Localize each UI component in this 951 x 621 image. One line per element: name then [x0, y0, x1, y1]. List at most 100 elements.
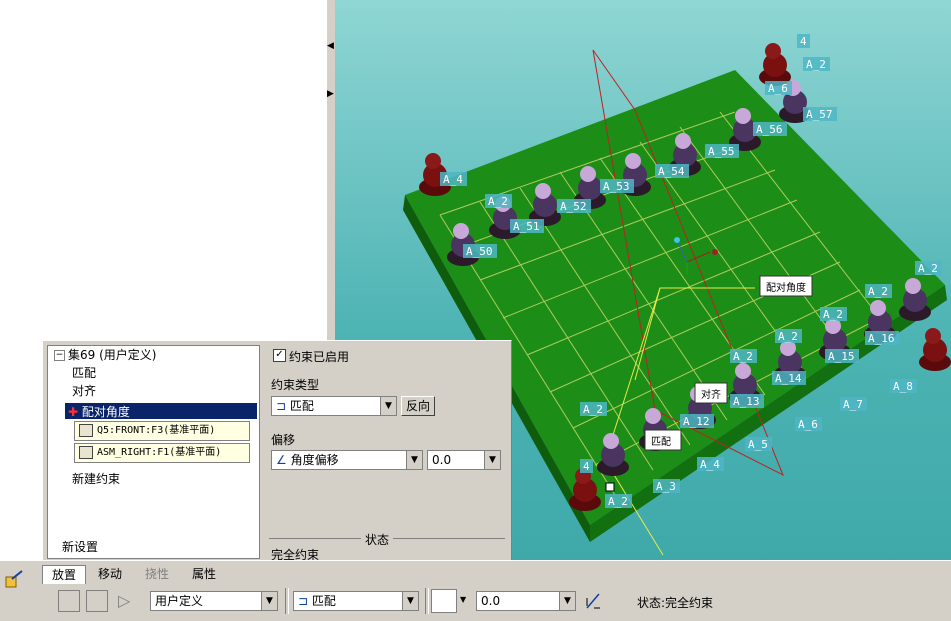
svg-text:A_52: A_52	[560, 200, 587, 213]
svg-text:A_6: A_6	[798, 418, 818, 431]
mate-icon: ⊐	[298, 594, 309, 608]
svg-text:配对角度: 配对角度	[766, 281, 806, 294]
chevron-down-icon[interactable]: ▼	[460, 595, 466, 604]
piece-label: 4	[797, 34, 810, 48]
svg-text:A_14: A_14	[775, 372, 802, 385]
tab-properties[interactable]: 属性	[184, 565, 224, 583]
svg-text:A_54: A_54	[658, 165, 685, 178]
enabled-label: 约束已启用	[289, 350, 350, 364]
constraint-type-select[interactable]: ⊐ 匹配 ▼	[271, 396, 397, 416]
callout-mate-angle[interactable]: 配对角度	[759, 275, 813, 297]
piece-label: A_14	[772, 371, 806, 385]
expand-right-icon[interactable]: ▶	[327, 88, 334, 100]
piece-label: A_2	[730, 349, 757, 363]
dashboard-toolbar: 放置 移动 挠性 属性 ▷ 用户定义 ▼ ⊐ 匹配 ▼ ▼ 0.0 ▼ 状态:完…	[0, 560, 951, 621]
set-type-select[interactable]: 用户定义 ▼	[150, 591, 278, 611]
angle-offset-icon[interactable]	[431, 589, 457, 613]
piece-label: A_55	[705, 144, 739, 158]
tree-item-align[interactable]: 对齐	[72, 383, 96, 399]
reference-1[interactable]: Q5:FRONT:F3(基准平面)	[74, 421, 250, 441]
new-constraint[interactable]: 新建约束	[72, 471, 120, 487]
piece-label: A_56	[753, 122, 787, 136]
piece-label: A_12	[680, 414, 714, 428]
placement-panel: − 集69 (用户定义) 匹配 对齐 ✚ 配对角度 Q5:FRONT:F3(基准…	[42, 340, 512, 562]
reference-2[interactable]: ASM_RIGHT:F1(基准平面)	[74, 443, 250, 463]
flip-arrow-icon[interactable]	[584, 592, 602, 610]
svg-text:A_3: A_3	[656, 480, 676, 493]
svg-text:A_2: A_2	[868, 285, 888, 298]
piece-label: A_4	[697, 457, 724, 471]
tab-placement[interactable]: 放置	[42, 565, 86, 584]
piece-label: A_13	[730, 394, 764, 408]
toolbar-offset-input[interactable]: 0.0 ▼	[476, 591, 576, 611]
constraint-edit-icon[interactable]	[58, 590, 80, 612]
collapse-left-icon[interactable]: ◀	[327, 40, 334, 52]
piece-label: 4	[580, 459, 593, 473]
offset-value-input[interactable]: 0.0 ▼	[427, 450, 501, 470]
svg-text:A_2: A_2	[918, 262, 938, 275]
delete-icon: ✚	[68, 405, 79, 419]
piece-label: A_2	[865, 284, 892, 298]
svg-text:A_50: A_50	[466, 245, 493, 258]
piece-label: A_2	[803, 57, 830, 71]
enabled-checkbox[interactable]: ✓	[273, 349, 286, 362]
piece-label: A_5	[745, 437, 772, 451]
tab-flexibility[interactable]: 挠性	[138, 565, 176, 583]
svg-text:A_2: A_2	[608, 495, 628, 508]
window-icon[interactable]	[86, 590, 108, 612]
svg-text:A_6: A_6	[768, 82, 788, 95]
svg-text:4: 4	[583, 460, 590, 473]
offset-type-select[interactable]: ∠ 角度偏移 ▼	[271, 450, 423, 470]
mate-icon: ⊐	[276, 399, 287, 413]
chevron-down-icon: ▼	[261, 592, 277, 610]
svg-text:匹配: 匹配	[651, 436, 671, 448]
toolbar-constraint-type-select[interactable]: ⊐ 匹配 ▼	[293, 591, 419, 611]
svg-text:A_8: A_8	[893, 380, 913, 393]
svg-text:A_56: A_56	[756, 123, 783, 136]
svg-text:4: 4	[800, 35, 807, 48]
svg-text:A_7: A_7	[843, 398, 863, 411]
piece-label: A_2	[580, 402, 607, 416]
svg-text:A_2: A_2	[733, 350, 753, 363]
chess-piece	[759, 43, 791, 86]
svg-text:A_55: A_55	[708, 145, 735, 158]
svg-text:A_16: A_16	[868, 332, 895, 345]
piece-label: A_2	[915, 261, 942, 275]
svg-text:A_12: A_12	[683, 415, 710, 428]
svg-text:A_15: A_15	[828, 350, 855, 363]
callout-mate[interactable]: 匹配	[644, 429, 682, 451]
angle-offset-icon: ∠	[276, 453, 287, 467]
piece-label: A_53	[600, 179, 634, 193]
tab-move[interactable]: 移动	[90, 565, 130, 583]
svg-text:A_51: A_51	[513, 220, 540, 233]
piece-label: A_4	[440, 172, 467, 186]
tree-item-mate-angle[interactable]: ✚ 配对角度	[65, 403, 257, 419]
svg-text:A_5: A_5	[748, 438, 768, 451]
piece-label: A_6	[795, 417, 822, 431]
separator	[285, 588, 289, 614]
chevron-down-icon: ▼	[402, 592, 418, 610]
collapse-icon[interactable]: −	[54, 350, 65, 361]
piece-label: A_15	[825, 349, 859, 363]
tree-item-mate[interactable]: 匹配	[72, 365, 96, 381]
piece-label: A_3	[653, 479, 680, 493]
flip-button[interactable]: 反向	[401, 396, 435, 416]
piece-label: A_54	[655, 164, 689, 178]
datum-plane-icon	[79, 423, 93, 437]
new-set[interactable]: 新设置	[62, 539, 98, 555]
piece-label: A_6	[765, 81, 792, 95]
svg-text:A_2: A_2	[823, 308, 843, 321]
triangle-icon[interactable]: ▷	[118, 591, 142, 611]
set-root[interactable]: 集69 (用户定义)	[68, 347, 156, 363]
piece-label: A_7	[840, 397, 867, 411]
piece-label: A_2	[820, 307, 847, 321]
svg-text:A_2: A_2	[806, 58, 826, 71]
chevron-down-icon: ▼	[380, 397, 396, 415]
piece-label: A_57	[803, 107, 837, 121]
constraint-tree[interactable]: − 集69 (用户定义) 匹配 对齐 ✚ 配对角度 Q5:FRONT:F3(基准…	[47, 345, 260, 559]
callout-align[interactable]: 对齐	[694, 382, 728, 404]
type-label: 约束类型	[271, 378, 320, 392]
toolbar-status: 状态:完全约束	[637, 596, 714, 610]
component-placement-icon	[4, 569, 24, 589]
piece-label: A_51	[510, 219, 544, 233]
